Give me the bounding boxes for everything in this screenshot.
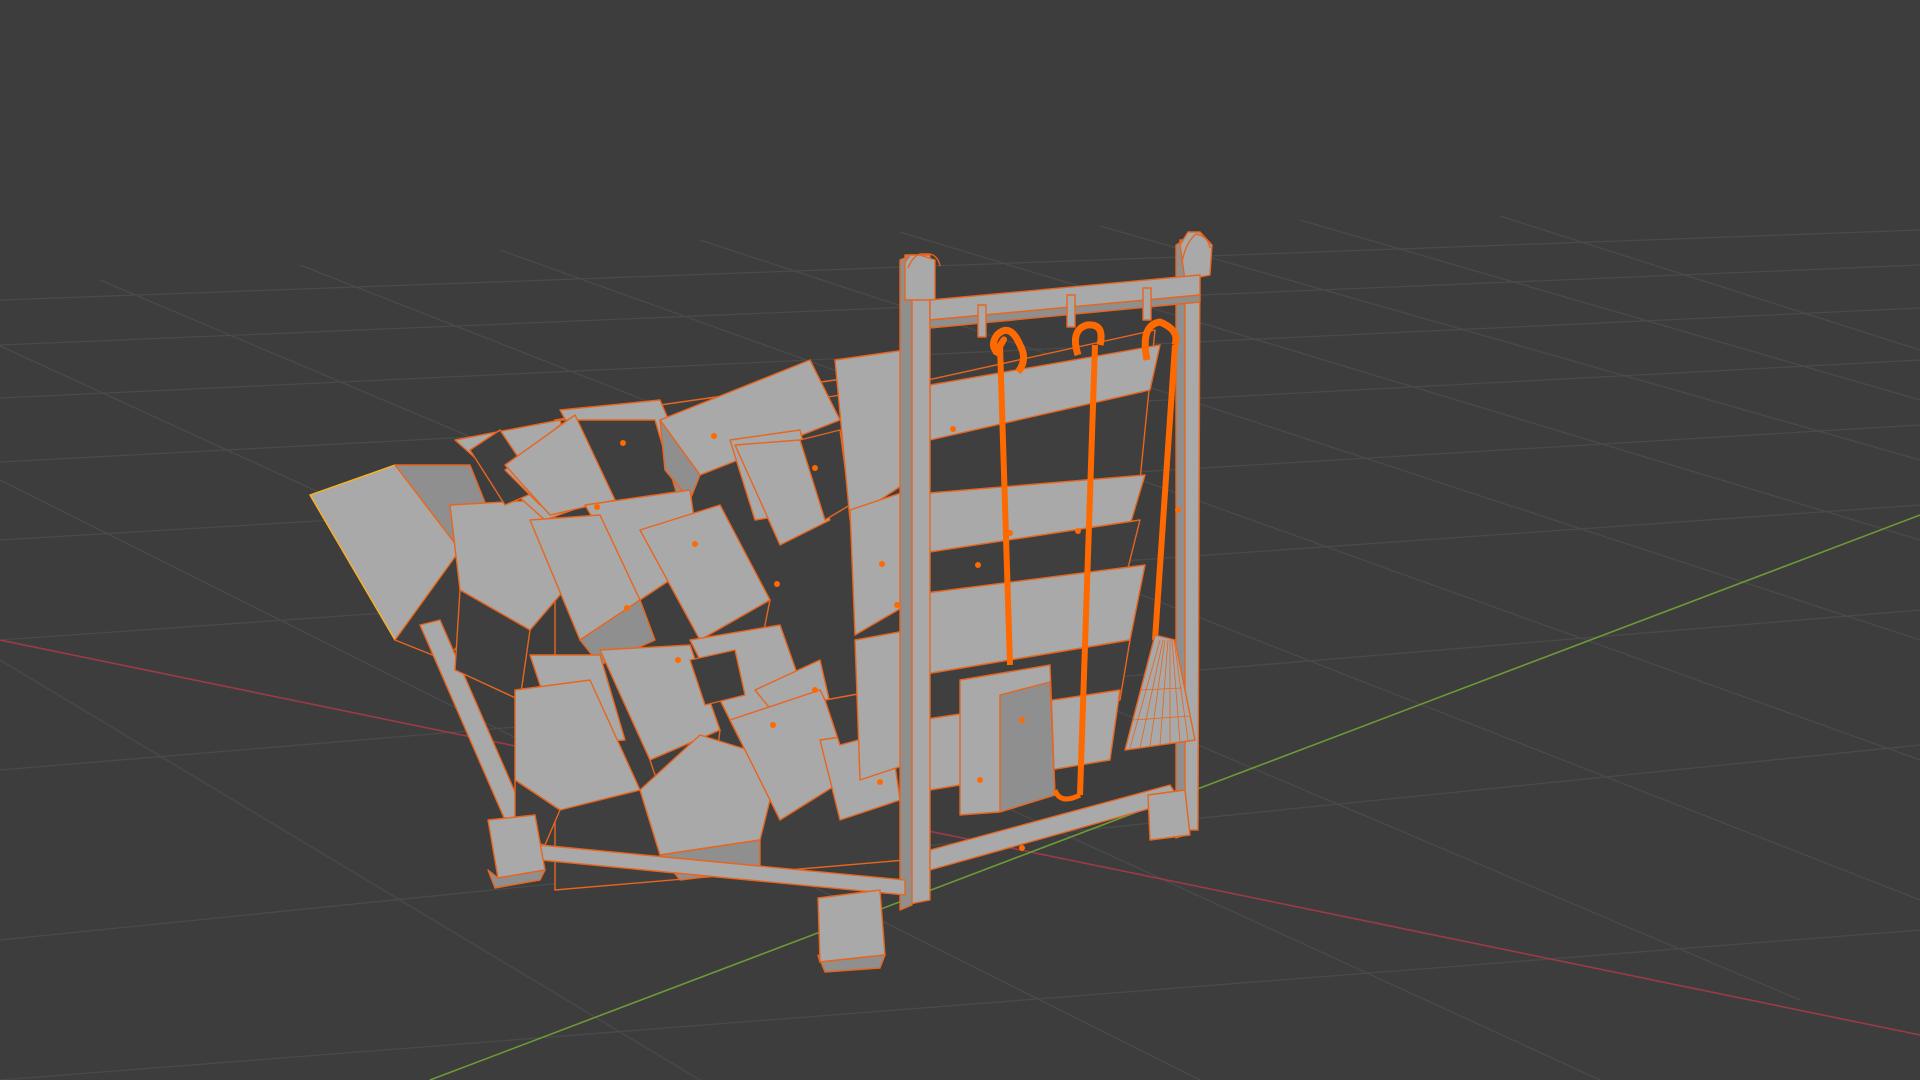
broom-handle — [1152, 344, 1178, 641]
rail-hook-tab — [1066, 294, 1076, 328]
rail-hook-tab — [977, 304, 987, 338]
viewport-canvas[interactable] — [0, 0, 1920, 1080]
rack-foot[interactable] — [1147, 789, 1191, 841]
post-top-left[interactable] — [904, 254, 936, 301]
3d-viewport[interactable] — [0, 0, 1920, 1080]
post-top-right[interactable] — [1179, 231, 1213, 281]
rack-foot[interactable] — [817, 889, 886, 963]
rack-foot[interactable] — [487, 814, 546, 879]
rail-hook-tab — [1142, 287, 1152, 321]
